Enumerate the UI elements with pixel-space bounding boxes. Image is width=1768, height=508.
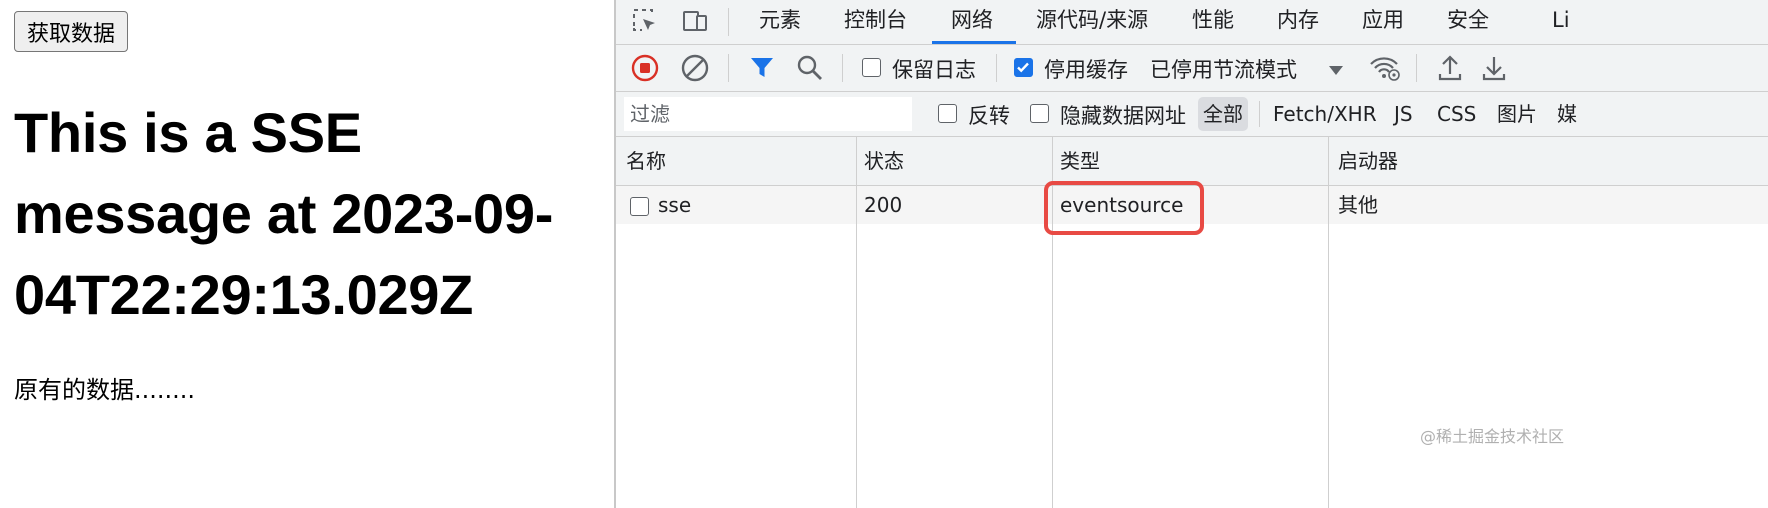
clear-icon[interactable] <box>680 53 710 87</box>
tab-memory[interactable]: 内存 <box>1277 0 1319 43</box>
type-filter-css[interactable]: CSS <box>1432 97 1481 131</box>
watermark: @稀土掘金技术社区 <box>1420 427 1565 446</box>
type-filter-js[interactable]: JS <box>1389 97 1418 131</box>
stop-recording-icon[interactable] <box>630 53 660 87</box>
devtools-panel: 元素 控制台 网络 源代码/来源 性能 内存 应用 安全 Li 保留日志 停用缓… <box>614 0 1768 508</box>
export-har-icon[interactable] <box>1480 53 1508 87</box>
column-header-initiator[interactable]: 启动器 <box>1338 137 1398 185</box>
search-icon[interactable] <box>796 54 824 86</box>
disable-cache-checkbox[interactable] <box>1014 58 1033 77</box>
type-highlight-annotation <box>1044 181 1204 235</box>
network-conditions-icon[interactable] <box>1368 53 1400 87</box>
filter-input[interactable] <box>624 97 912 131</box>
tab-sources[interactable]: 源代码/来源 <box>1036 0 1148 43</box>
device-toolbar-icon[interactable] <box>680 6 710 36</box>
original-data-text: 原有的数据........ <box>14 376 196 404</box>
tab-network[interactable]: 网络 <box>951 0 993 43</box>
toolbar-separator <box>1416 54 1417 82</box>
invert-label: 反转 <box>968 104 1010 128</box>
throttling-select[interactable]: 已停用节流模式 <box>1150 54 1297 84</box>
column-header-status[interactable]: 状态 <box>864 137 904 185</box>
column-divider[interactable] <box>1328 137 1329 508</box>
filter-separator <box>1259 101 1260 127</box>
chevron-down-icon[interactable] <box>1328 61 1344 80</box>
disable-cache-label: 停用缓存 <box>1044 58 1128 82</box>
row-select-checkbox[interactable] <box>630 197 649 216</box>
hide-data-urls-checkbox[interactable] <box>1030 104 1049 123</box>
import-har-icon[interactable] <box>1436 53 1464 87</box>
preserve-log-label: 保留日志 <box>892 58 976 82</box>
active-tab-indicator <box>932 41 1016 44</box>
toolbar-separator <box>842 54 843 82</box>
type-filter-media[interactable]: 媒 <box>1552 97 1582 131</box>
fetch-data-button[interactable]: 获取数据 <box>14 11 129 52</box>
network-filter-bar: 反转 隐藏数据网址 全部 Fetch/XHR JS CSS 图片 媒 <box>616 92 1768 137</box>
toolbar-separator <box>996 54 997 82</box>
tab-elements[interactable]: 元素 <box>759 0 801 43</box>
type-filter-img[interactable]: 图片 <box>1492 97 1542 131</box>
column-divider[interactable] <box>856 137 857 508</box>
sse-message-heading: This is a SSE message at 2023-09-04T22:2… <box>14 101 554 326</box>
tab-application[interactable]: 应用 <box>1362 0 1404 43</box>
tab-console[interactable]: 控制台 <box>844 0 907 43</box>
network-toolbar: 保留日志 停用缓存 已停用节流模式 <box>616 45 1768 92</box>
tab-separator <box>728 8 729 36</box>
web-page: 获取数据 This is a SSE message at 2023-09-04… <box>0 0 614 508</box>
table-header: 名称 状态 类型 启动器 <box>616 137 1768 186</box>
tab-lighthouse[interactable]: Li <box>1552 0 1570 43</box>
filter-icon[interactable] <box>748 54 776 86</box>
invert-checkbox[interactable] <box>938 104 957 123</box>
hide-data-urls-label: 隐藏数据网址 <box>1060 104 1186 128</box>
tab-security[interactable]: 安全 <box>1447 0 1489 43</box>
request-initiator: 其他 <box>1338 193 1378 217</box>
inspect-element-icon[interactable] <box>630 6 660 36</box>
type-filter-all[interactable]: 全部 <box>1198 97 1248 131</box>
tab-performance[interactable]: 性能 <box>1192 0 1234 43</box>
devtools-tab-bar: 元素 控制台 网络 源代码/来源 性能 内存 应用 安全 Li <box>616 0 1768 45</box>
type-filter-fetch-xhr[interactable]: Fetch/XHR <box>1268 97 1382 131</box>
request-name: sse <box>658 193 692 217</box>
column-header-name[interactable]: 名称 <box>626 137 666 185</box>
preserve-log-checkbox[interactable] <box>862 58 881 77</box>
request-status: 200 <box>864 193 903 217</box>
toolbar-separator <box>728 54 729 82</box>
column-header-type[interactable]: 类型 <box>1060 137 1100 185</box>
